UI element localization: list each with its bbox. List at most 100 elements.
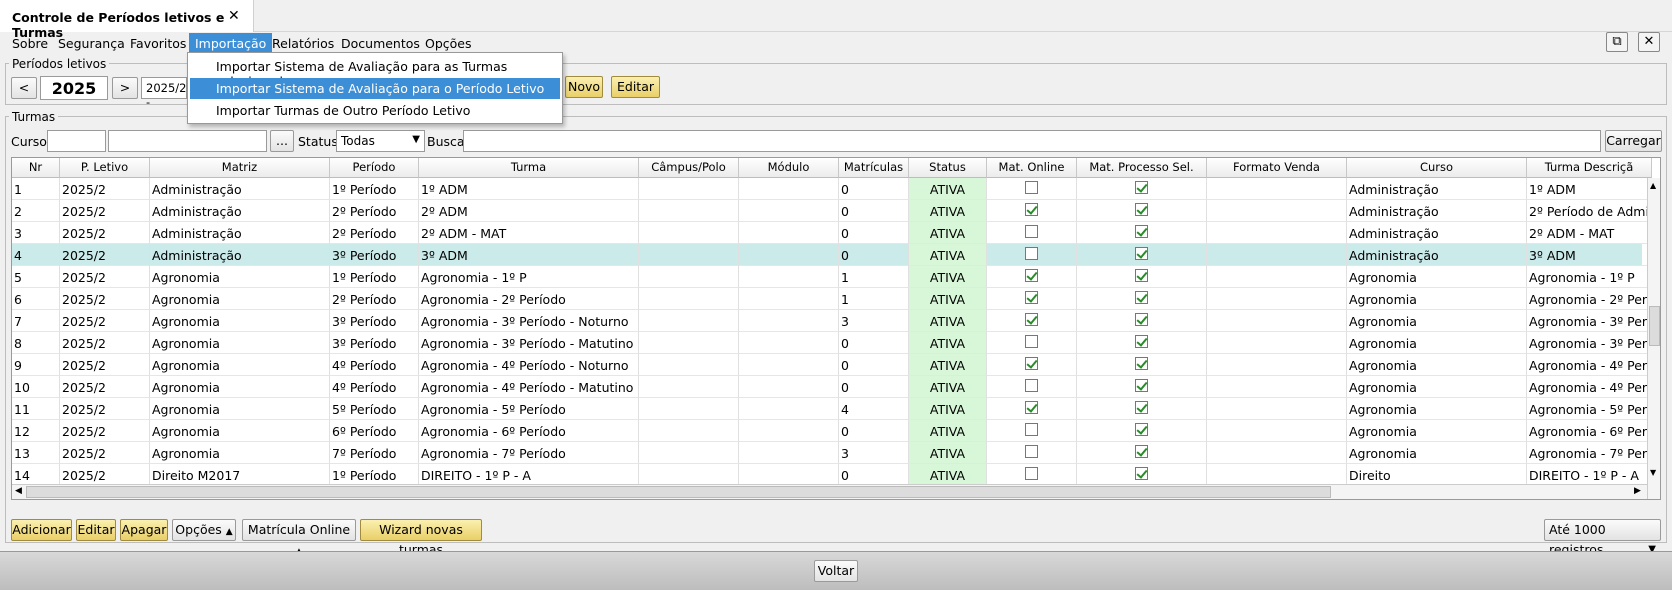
table-row[interactable]: 12 2025/2 Agronomia 6º Período Agronomia - 6…: [12, 420, 1652, 442]
menu-documentos[interactable]: Documentos: [335, 33, 426, 53]
column-header-matriz[interactable]: Matriz: [150, 158, 330, 178]
column-header-status[interactable]: Status: [909, 158, 987, 178]
scroll-right-icon[interactable]: ▶: [1634, 486, 1641, 496]
tab-main[interactable]: Controle de Períodos letivos e Turmas: [0, 0, 254, 40]
delete-button[interactable]: Apagar: [120, 519, 168, 541]
add-button[interactable]: Adicionar: [11, 519, 72, 541]
close-icon[interactable]: ✕: [228, 8, 240, 24]
edit-button[interactable]: Editar: [76, 519, 116, 541]
table-row[interactable]: 13 2025/2 Agronomia 7º Período Agronomia - 7…: [12, 442, 1652, 464]
scroll-up-icon[interactable]: ▲: [1650, 181, 1656, 190]
checkbox[interactable]: [1025, 291, 1038, 304]
table-row[interactable]: 6 2025/2 Agronomia 2º Período Agronomia - 2º…: [12, 288, 1652, 310]
checkbox[interactable]: [1135, 203, 1148, 216]
menu-item-import-avaliacao-periodo[interactable]: Importar Sistema de Avaliação para o Per…: [190, 78, 560, 99]
wizard-button[interactable]: Wizard novas turmas: [360, 519, 482, 557]
detach-window-icon[interactable]: ⧉: [1606, 32, 1628, 52]
column-header-mat-online[interactable]: Mat. Online: [987, 158, 1077, 178]
table-row[interactable]: 7 2025/2 Agronomia 3º Período Agronomia - 3º…: [12, 310, 1652, 332]
checkbox[interactable]: [1135, 247, 1148, 260]
checkbox[interactable]: [1025, 467, 1038, 480]
checkbox[interactable]: [1025, 203, 1038, 216]
column-header-mat-processo-sel[interactable]: Mat. Processo Sel.: [1077, 158, 1207, 178]
table-row[interactable]: 2 2025/2 Administração 2º Período 2º ADM 0 ATI…: [12, 200, 1652, 222]
checkbox[interactable]: [1025, 181, 1038, 194]
checkbox[interactable]: [1135, 467, 1148, 480]
status-select[interactable]: Todas ▼: [336, 130, 425, 152]
cell-campus-polo: [639, 442, 739, 464]
menu-item-import-turmas-outro-periodo[interactable]: Importar Turmas de Outro Período Letivo: [190, 100, 560, 121]
checkbox[interactable]: [1025, 423, 1038, 436]
column-header-curso[interactable]: Curso: [1347, 158, 1527, 178]
checkbox[interactable]: [1025, 445, 1038, 458]
table-row[interactable]: 11 2025/2 Agronomia 5º Período Agronomia - 5…: [12, 398, 1652, 420]
table-row[interactable]: 1 2025/2 Administração 1º Período 1º ADM 0 ATI…: [12, 178, 1652, 200]
checkbox[interactable]: [1135, 181, 1148, 194]
edit-period-button[interactable]: Editar: [611, 76, 660, 98]
busca-input[interactable]: [463, 130, 1601, 152]
menu-favoritos[interactable]: Favoritos: [124, 33, 192, 53]
checkbox[interactable]: [1135, 269, 1148, 282]
menu-sobre[interactable]: Sobre: [6, 33, 54, 53]
curso-code-input[interactable]: [47, 130, 106, 152]
menu-relatorios[interactable]: Relatórios: [266, 33, 340, 53]
column-header-turma-descricao[interactable]: Turma Descriçã: [1527, 158, 1652, 178]
table-row[interactable]: 14 2025/2 Direito M2017 1º Período DIREITO -…: [12, 464, 1652, 486]
table-row[interactable]: 4 2025/2 Administração 3º Período 3º ADM 0 ATI…: [12, 244, 1652, 266]
checkbox[interactable]: [1135, 401, 1148, 414]
checkbox[interactable]: [1025, 401, 1038, 414]
checkbox[interactable]: [1135, 423, 1148, 436]
scroll-down-icon[interactable]: ▼: [1650, 468, 1656, 477]
column-header-modulo[interactable]: Módulo: [739, 158, 839, 178]
next-year-button[interactable]: >: [112, 77, 138, 99]
checkbox[interactable]: [1135, 225, 1148, 238]
vertical-scrollbar[interactable]: ▲ ▼: [1647, 178, 1660, 499]
checkbox[interactable]: [1025, 379, 1038, 392]
checkbox[interactable]: [1135, 313, 1148, 326]
curso-search-button[interactable]: ...: [270, 130, 294, 152]
checkbox[interactable]: [1025, 247, 1038, 260]
table-row[interactable]: 8 2025/2 Agronomia 3º Período Agronomia - 3º…: [12, 332, 1652, 354]
horizontal-scrollbar[interactable]: ◀ ▶: [12, 484, 1647, 499]
horizontal-scroll-thumb[interactable]: [26, 486, 1331, 498]
scroll-left-icon[interactable]: ◀: [15, 486, 22, 496]
column-header-turma[interactable]: Turma: [419, 158, 639, 178]
menu-opcoes[interactable]: Opções: [419, 33, 478, 53]
checkbox[interactable]: [1025, 335, 1038, 348]
curso-name-input[interactable]: [108, 130, 267, 152]
table-row[interactable]: 9 2025/2 Agronomia 4º Período Agronomia - 4º…: [12, 354, 1652, 376]
checkbox[interactable]: [1135, 445, 1148, 458]
checkbox[interactable]: [1135, 357, 1148, 370]
table-row[interactable]: 10 2025/2 Agronomia 4º Período Agronomia - 4…: [12, 376, 1652, 398]
load-button[interactable]: Carregar: [1605, 130, 1662, 152]
column-header-campus-polo[interactable]: Câmpus/Polo: [639, 158, 739, 178]
vertical-scroll-thumb[interactable]: [1649, 306, 1660, 346]
checkbox[interactable]: [1025, 269, 1038, 282]
prev-year-button[interactable]: <: [11, 77, 37, 99]
menu-item-import-avaliacao-turmas[interactable]: Importar Sistema de Avaliação para as Tu…: [190, 56, 560, 89]
limit-select[interactable]: Até 1000 registros ▼: [1544, 519, 1661, 557]
checkbox[interactable]: [1025, 313, 1038, 326]
column-header-nr[interactable]: Nr: [12, 158, 60, 178]
year-field[interactable]: 2025: [40, 76, 108, 100]
checkbox[interactable]: [1025, 357, 1038, 370]
new-period-button[interactable]: Novo: [565, 76, 603, 98]
column-header-p-letivo[interactable]: P. Letivo: [60, 158, 150, 178]
checkbox[interactable]: [1135, 335, 1148, 348]
table-row[interactable]: 5 2025/2 Agronomia 1º Período Agronomia - 1º…: [12, 266, 1652, 288]
options-button[interactable]: Opções ▲: [172, 519, 236, 541]
checkbox[interactable]: [1025, 225, 1038, 238]
close-window-icon[interactable]: ✕: [1638, 32, 1660, 52]
table-row[interactable]: 3 2025/2 Administração 2º Período 2º ADM - M…: [12, 222, 1652, 244]
menu-importacao[interactable]: Importação: [189, 33, 273, 53]
column-header-matriculas[interactable]: Matrículas: [839, 158, 909, 178]
column-header-formato-venda[interactable]: Formato Venda: [1207, 158, 1347, 178]
back-button[interactable]: Voltar: [814, 560, 858, 582]
menu-seguranca[interactable]: Segurança: [52, 33, 131, 53]
column-header-periodo[interactable]: Período: [330, 158, 419, 178]
checkbox[interactable]: [1135, 291, 1148, 304]
cell-nr: 13: [12, 442, 60, 464]
checkbox[interactable]: [1135, 379, 1148, 392]
online-enrollment-button[interactable]: Matrícula Online ▲: [242, 519, 356, 557]
period-select[interactable]: 2025/2 -: [141, 77, 187, 109]
